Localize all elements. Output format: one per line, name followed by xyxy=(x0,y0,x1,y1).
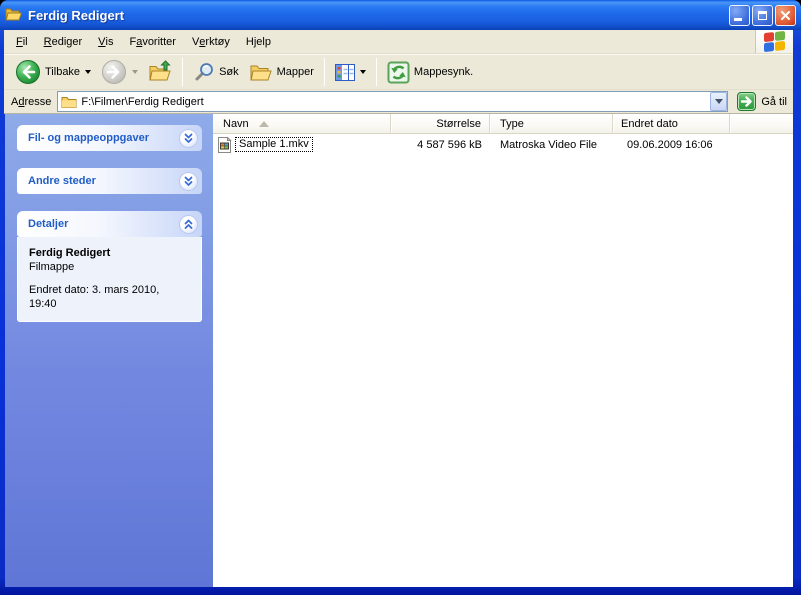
windows-logo-panel xyxy=(755,30,793,53)
column-header-endret-dato[interactable]: Endret dato xyxy=(613,114,730,133)
file-name[interactable]: Sample 1.mkv xyxy=(235,137,313,152)
address-label: Adresse xyxy=(11,95,52,108)
menu-item-verktoy[interactable]: Ve rktøy xyxy=(184,30,238,53)
column-header-navn[interactable]: Navn xyxy=(213,114,391,133)
file-list: Navn Størrelse Type Endret dato Sample 1… xyxy=(213,114,793,587)
content-area: Fil- og mappeoppgaver Andre steder Detal… xyxy=(5,114,793,587)
views-button[interactable] xyxy=(331,62,370,83)
details-modified-date: Endret dato: 3. mars 2010, 19:40 xyxy=(29,284,160,310)
chevron-double-down-icon[interactable] xyxy=(179,171,198,191)
address-input[interactable]: F:\Filmer\Ferdig Redigert xyxy=(57,91,729,112)
explorer-window: Ferdig Redigert Fil Rediger Vis Fa voritt… xyxy=(0,0,801,595)
chevron-double-down-icon[interactable] xyxy=(179,128,198,148)
address-value: F:\Filmer\Ferdig Redigert xyxy=(81,95,204,108)
folders-icon xyxy=(250,65,272,81)
menu-item-favoritter[interactable]: Fa voritter xyxy=(121,30,183,53)
go-button[interactable]: Gå til xyxy=(734,92,790,111)
search-icon xyxy=(195,63,213,81)
file-name-cell[interactable]: Sample 1.mkv xyxy=(213,136,391,153)
menu-item-vis[interactable]: Vis xyxy=(90,30,121,53)
up-button[interactable] xyxy=(144,58,176,86)
minimize-button[interactable] xyxy=(729,4,750,26)
forward-icon xyxy=(102,60,127,84)
views-dropdown-icon xyxy=(359,70,366,74)
search-label: Søk xyxy=(219,66,239,78)
back-label: Tilbake xyxy=(45,66,81,78)
task-pane: Fil- og mappeoppgaver Andre steder Detal… xyxy=(5,114,213,587)
dropdown-chevron-icon xyxy=(714,99,723,104)
titlebar: Ferdig Redigert xyxy=(0,0,801,30)
go-label: Gå til xyxy=(761,95,787,108)
go-arrow-icon xyxy=(737,92,757,111)
folder-sync-button[interactable]: Mappesynk. xyxy=(383,59,477,86)
list-header: Navn Størrelse Type Endret dato xyxy=(213,114,793,134)
menu-item-rediger[interactable]: Rediger xyxy=(36,30,91,53)
column-header-storrelse[interactable]: Størrelse xyxy=(391,114,490,133)
menu-item-fil[interactable]: Fil xyxy=(8,30,36,53)
panel-file-tasks: Fil- og mappeoppgaver xyxy=(17,125,202,151)
toolbar: Tilbake Søk Mapper Mappesynk. xyxy=(4,54,793,90)
minimize-icon xyxy=(734,17,742,21)
panel-header-file-tasks[interactable]: Fil- og mappeoppgaver xyxy=(17,125,202,151)
views-icon xyxy=(334,63,355,81)
folders-button[interactable]: Mapper xyxy=(245,59,318,85)
back-dropdown-icon xyxy=(85,70,92,74)
forward-dropdown-icon xyxy=(132,70,139,74)
file-row[interactable]: Sample 1.mkv 4 587 596 kB Matroska Video… xyxy=(213,136,793,153)
column-header-type[interactable]: Type xyxy=(490,114,613,133)
column-header-filler xyxy=(730,114,793,133)
close-button[interactable] xyxy=(775,4,796,26)
menubar: Fil Rediger Vis Fa voritter Ve rktøy Hj elp xyxy=(4,30,793,54)
file-type: Matroska Video File xyxy=(500,138,598,151)
maximize-icon xyxy=(758,10,767,20)
address-dropdown-button[interactable] xyxy=(710,92,728,111)
video-file-icon xyxy=(218,136,232,153)
panel-title: Fil- og mappeoppgaver xyxy=(28,132,150,144)
folder-open-icon xyxy=(5,6,23,25)
file-modified-date: 09.06.2009 16:06 xyxy=(627,138,713,151)
addressbar: Adresse F:\Filmer\Ferdig Redigert Gå til xyxy=(4,90,793,114)
panel-details: Detaljer Ferdig Redigert Filmappe Endret… xyxy=(17,211,202,322)
details-folder-type: Filmappe xyxy=(29,261,75,273)
column-label: Navn xyxy=(223,118,249,130)
window-controls xyxy=(729,4,796,26)
panel-title: Andre steder xyxy=(28,175,96,187)
panel-header-other-places[interactable]: Andre steder xyxy=(17,168,202,194)
window-title: Ferdig Redigert xyxy=(28,7,125,23)
toolbar-separator xyxy=(182,58,184,86)
panel-title: Detaljer xyxy=(28,218,69,230)
file-size: 4 587 596 kB xyxy=(417,138,482,151)
folder-sync-icon xyxy=(387,61,410,83)
sort-ascending-icon xyxy=(258,121,269,127)
maximize-button[interactable] xyxy=(752,4,773,26)
back-icon xyxy=(16,60,40,84)
panel-other-places: Andre steder xyxy=(17,168,202,194)
folder-up-icon xyxy=(149,60,171,81)
back-button[interactable]: Tilbake xyxy=(11,57,95,87)
details-folder-name: Ferdig Redigert xyxy=(29,247,111,259)
toolbar-separator xyxy=(323,58,325,86)
folders-label: Mapper xyxy=(276,66,314,78)
search-button[interactable]: Søk xyxy=(189,59,243,85)
toolbar-separator xyxy=(375,58,377,86)
forward-button[interactable] xyxy=(97,57,142,87)
chevron-double-up-icon[interactable] xyxy=(179,214,198,234)
folder-sync-label: Mappesynk. xyxy=(413,66,474,78)
details-body: Ferdig Redigert Filmappe Endret dato: 3.… xyxy=(17,237,202,322)
close-icon xyxy=(781,10,790,20)
windows-logo-icon xyxy=(764,30,785,53)
menu-item-hjelp[interactable]: Hj elp xyxy=(238,30,279,53)
panel-header-details[interactable]: Detaljer xyxy=(17,211,202,237)
address-folder-icon xyxy=(61,96,77,108)
